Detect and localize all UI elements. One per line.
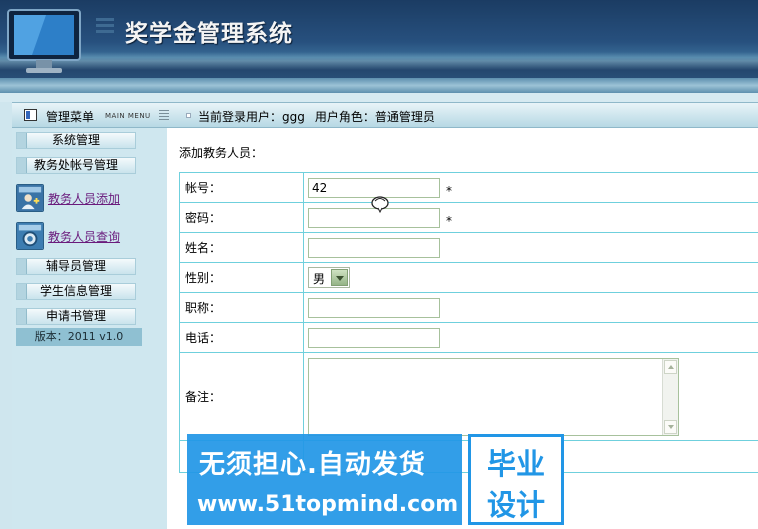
top-toolbar: 管理菜单 MAIN MENU 当前登录用户：ggg 用户角色：普通管理员: [12, 102, 758, 128]
scroll-up-icon[interactable]: [664, 360, 677, 374]
gear-search-icon: [16, 222, 44, 250]
user-role: 用户角色：普通管理员: [314, 110, 435, 124]
current-user: 当前登录用户：ggg: [198, 110, 305, 124]
form-row-title: 职称：: [179, 292, 758, 323]
form-row-phone: 电话：: [179, 322, 758, 353]
notes-label: 备注：: [179, 352, 304, 441]
banner-glow: [0, 52, 758, 70]
menu-window-icon: [24, 109, 37, 121]
menu-subtitle: MAIN MENU: [105, 112, 151, 120]
hand-cursor-icon: [371, 196, 389, 214]
notes-textarea[interactable]: [308, 358, 679, 436]
sidebar-item-system[interactable]: 系统管理: [16, 132, 136, 149]
chevron-down-icon[interactable]: [331, 269, 348, 286]
sidebar-item-label: 辅导员管理: [45, 259, 106, 273]
sidebar-item-label: 申请书管理: [45, 309, 106, 323]
sidebar-link-label: 教务人员查询: [48, 230, 121, 244]
account-label: 帐号：: [179, 172, 304, 203]
monitor-logo-icon: [7, 9, 81, 73]
name-label: 姓名：: [179, 232, 304, 263]
title-input[interactable]: [308, 297, 440, 318]
scroll-down-icon[interactable]: [664, 420, 677, 434]
watermark-banner: 无须担心.自动发货 www.51topmind.com 毕业 设计: [187, 434, 564, 525]
system-title: 奖学金管理系统: [125, 20, 293, 47]
gender-select[interactable]: 男: [308, 267, 350, 288]
header-gap: [0, 93, 758, 102]
bullet-icon: [186, 113, 191, 118]
form-row-account: 帐号： *: [179, 172, 758, 203]
form-row-gender: 性别： 男: [179, 262, 758, 293]
sidebar-item-label: 教务处帐号管理: [33, 158, 118, 172]
sidebar-item-applications[interactable]: 申请书管理: [16, 308, 136, 325]
sidebar-item-counselors[interactable]: 辅导员管理: [16, 258, 136, 275]
sidebar-item-label: 学生信息管理: [39, 284, 112, 298]
sidebar-item-academic-accounts[interactable]: 教务处帐号管理: [16, 157, 136, 174]
sidebar-item-students[interactable]: 学生信息管理: [16, 283, 136, 300]
sidebar-item-label: 系统管理: [51, 133, 100, 147]
sidebar-link-query-staff[interactable]: 教务人员查询: [16, 220, 138, 258]
section-title: 添加教务人员：: [179, 146, 264, 160]
watermark-left: 无须担心.自动发货 www.51topmind.com: [187, 434, 462, 525]
header-banner: 奖学金管理系统: [0, 0, 758, 93]
lines-icon: [159, 110, 169, 120]
login-info: 当前登录用户：ggg 用户角色：普通管理员: [198, 108, 435, 125]
required-mark: *: [446, 214, 452, 228]
gender-label: 性别：: [179, 262, 304, 293]
title-decoration: [96, 18, 118, 40]
watermark-slogan: 无须担心.自动发货: [199, 450, 426, 480]
menu-title: 管理菜单: [46, 110, 95, 124]
watermark-url: www.51topmind.com: [197, 492, 459, 517]
add-staff-form: 帐号： * 密码： * 姓名： 性别： 男: [179, 172, 758, 473]
banner-stripe: [0, 78, 758, 93]
required-mark: *: [446, 184, 452, 198]
form-row-name: 姓名：: [179, 232, 758, 263]
sidebar: 系统管理 教务处帐号管理 教务人员添加 教务人员查询 辅导员管理 学生信息管理: [12, 128, 159, 529]
title-label: 职称：: [179, 292, 304, 323]
watermark-badge-line1: 毕业: [486, 447, 545, 481]
phone-label: 电话：: [179, 322, 304, 353]
watermark-badge: 毕业 设计: [468, 434, 564, 525]
gender-selected-value: 男: [313, 272, 326, 286]
watermark-badge-line2: 设计: [486, 488, 545, 522]
user-add-icon: [16, 184, 44, 212]
name-input[interactable]: [308, 237, 440, 258]
sidebar-link-add-staff[interactable]: 教务人员添加: [16, 182, 138, 220]
form-row-password: 密码： *: [179, 202, 758, 233]
phone-input[interactable]: [308, 327, 440, 348]
sidebar-link-label: 教务人员添加: [48, 192, 121, 206]
form-row-notes: 备注：: [179, 352, 758, 441]
password-label: 密码：: [179, 202, 304, 233]
textarea-scrollbar[interactable]: [662, 359, 678, 435]
version-label: 版本：2011 v1.0: [16, 328, 142, 346]
